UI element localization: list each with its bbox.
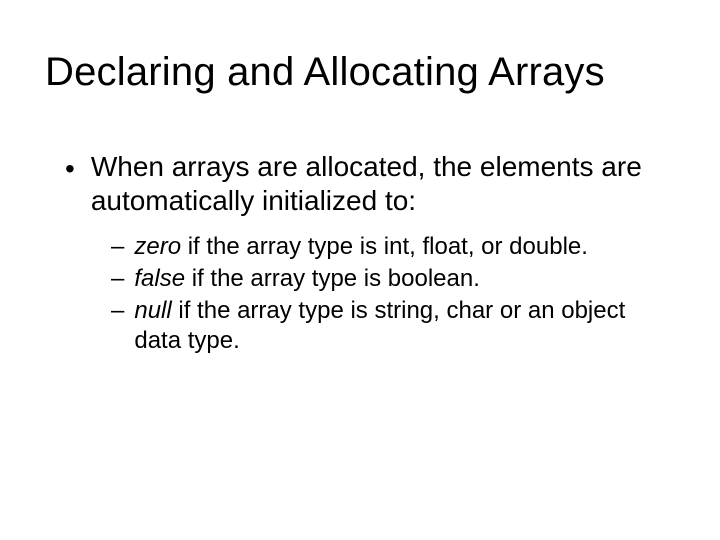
rest-text: if the array type is int, float, or doub… bbox=[181, 233, 588, 260]
sub-bullet-item: – null if the array type is string, char… bbox=[111, 296, 675, 356]
bullet-text: When arrays are allocated, the elements … bbox=[91, 150, 675, 218]
keyword: null bbox=[134, 297, 171, 324]
sub-bullet-text: false if the array type is boolean. bbox=[134, 264, 654, 294]
dash-marker: – bbox=[111, 296, 124, 356]
dash-marker: – bbox=[111, 264, 124, 294]
slide-title: Declaring and Allocating Arrays bbox=[45, 50, 675, 95]
dash-marker: – bbox=[111, 232, 124, 262]
sub-bullet-list: – zero if the array type is int, float, … bbox=[45, 232, 675, 356]
sub-bullet-item: – zero if the array type is int, float, … bbox=[111, 232, 675, 262]
rest-text: if the array type is boolean. bbox=[185, 265, 480, 292]
bullet-marker: • bbox=[65, 152, 75, 218]
sub-bullet-text: null if the array type is string, char o… bbox=[134, 296, 654, 356]
keyword: zero bbox=[134, 233, 181, 260]
sub-bullet-item: – false if the array type is boolean. bbox=[111, 264, 675, 294]
sub-bullet-text: zero if the array type is int, float, or… bbox=[134, 232, 654, 262]
slide: Declaring and Allocating Arrays • When a… bbox=[0, 0, 720, 540]
bullet-item: • When arrays are allocated, the element… bbox=[45, 150, 675, 218]
rest-text: if the array type is string, char or an … bbox=[134, 297, 625, 354]
keyword: false bbox=[134, 265, 185, 292]
